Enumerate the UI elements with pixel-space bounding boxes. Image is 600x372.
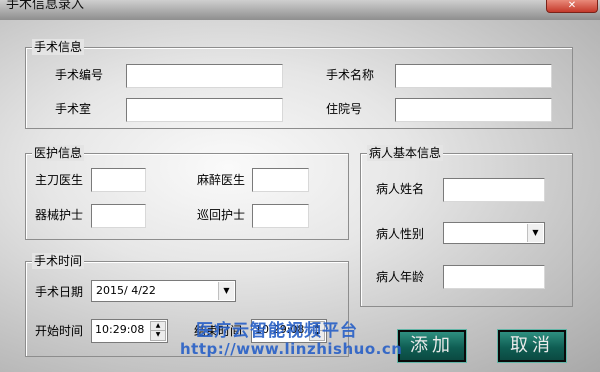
start-time-label: 开始时间 [35, 324, 84, 338]
admission-number-input[interactable] [395, 98, 552, 122]
cancel-button[interactable]: 取消 [497, 329, 567, 363]
surgery-date-label: 手术日期 [35, 285, 84, 299]
instrument-nurse-input[interactable] [91, 204, 146, 228]
close-button[interactable]: ✕ [546, 0, 598, 13]
admission-number-label: 住院号 [326, 102, 363, 116]
caret-down-icon[interactable]: ▼ [150, 330, 166, 341]
patient-info-title: 病人基本信息 [367, 145, 444, 161]
surgery-name-input[interactable] [395, 64, 552, 88]
surgeon-input[interactable] [91, 168, 146, 192]
patient-age-input[interactable] [443, 265, 545, 289]
operating-room-input[interactable] [126, 98, 283, 122]
surgery-code-label: 手术编号 [55, 68, 104, 82]
patient-name-label: 病人姓名 [376, 182, 425, 196]
watermark-title: 医疗云智能视频平台 [196, 321, 358, 341]
surgery-name-label: 手术名称 [326, 68, 375, 82]
window-title: 手术信息录入 [6, 0, 85, 12]
anesthetist-input[interactable] [252, 168, 309, 192]
close-icon: ✕ [567, 0, 577, 11]
surgery-info-title: 手术信息 [32, 39, 85, 55]
surgery-code-input[interactable] [126, 64, 283, 88]
start-time-spinner[interactable]: 10:29:08 ▲ ▼ [91, 319, 168, 343]
title-bar: 手术信息录入 ✕ [0, 0, 600, 20]
patient-age-label: 病人年龄 [376, 270, 425, 284]
medical-staff-group: 医护信息 主刀医生 麻醉医生 器械护士 巡回护士 [25, 145, 349, 240]
patient-name-input[interactable] [443, 178, 545, 202]
anesthetist-label: 麻醉医生 [197, 173, 246, 187]
medical-staff-title: 医护信息 [32, 145, 85, 161]
instrument-nurse-label: 器械护士 [35, 208, 84, 222]
surgery-info-group: 手术信息 手术编号 手术名称 手术室 住院号 [25, 39, 573, 129]
patient-info-group: 病人基本信息 病人姓名 病人性别 ▼ 病人年龄 [360, 145, 573, 307]
watermark-url: http://www.linzhishuo.cn [180, 340, 403, 358]
chevron-down-icon[interactable]: ▼ [218, 282, 234, 300]
start-time-value: 10:29:08 [95, 323, 145, 336]
add-button[interactable]: 添加 [397, 329, 467, 363]
patient-gender-label: 病人性别 [376, 227, 425, 241]
surgery-date-picker[interactable]: 2015/ 4/22 ▼ [91, 280, 236, 302]
surgery-date-value: 2015/ 4/22 [96, 284, 156, 297]
circulating-nurse-input[interactable] [252, 204, 309, 228]
operating-room-label: 手术室 [55, 102, 92, 116]
patient-gender-select[interactable]: ▼ [443, 222, 545, 244]
surgery-time-title: 手术时间 [32, 253, 85, 269]
surgeon-label: 主刀医生 [35, 173, 84, 187]
chevron-down-icon[interactable]: ▼ [527, 224, 543, 242]
surgery-entry-window: 手术信息录入 ✕ 手术信息 手术编号 手术名称 手术室 住院号 医护信息 主刀医… [0, 0, 600, 372]
circulating-nurse-label: 巡回护士 [197, 208, 246, 222]
